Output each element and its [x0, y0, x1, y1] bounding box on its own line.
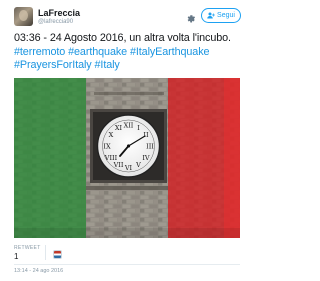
- svg-text:II: II: [143, 131, 149, 139]
- svg-text:I: I: [137, 124, 140, 132]
- svg-text:III: III: [146, 143, 154, 151]
- hashtag-link[interactable]: #terremoto: [14, 46, 65, 58]
- tweet-timestamp[interactable]: 13:14 - 24 ago 2016: [14, 268, 63, 274]
- svg-text:IV: IV: [142, 154, 150, 162]
- svg-text:VI: VI: [124, 164, 133, 172]
- svg-text:XII: XII: [124, 122, 134, 130]
- svg-text:X: X: [109, 131, 114, 139]
- svg-text:VII: VII: [113, 161, 124, 169]
- display-name[interactable]: LaFreccia: [38, 8, 80, 18]
- svg-text:VIII: VIII: [104, 154, 118, 162]
- retweets-count[interactable]: 1: [14, 252, 18, 261]
- screen-name[interactable]: @lafreccia90: [38, 19, 73, 25]
- stats-divider: [45, 245, 46, 260]
- tweet-text-line-1: 03:36 - 24 Agosto 2016, un altra volta l…: [14, 32, 231, 44]
- avatar[interactable]: [14, 7, 33, 26]
- divider: [14, 264, 240, 265]
- svg-text:XI: XI: [115, 124, 123, 132]
- tweet-text-line-3: #PrayersForItaly #Italy: [14, 59, 246, 73]
- tweet-text-line-2: #terremoto #earthquake #ItalyEarthquake: [14, 46, 246, 60]
- follow-button[interactable]: Segui: [201, 8, 241, 23]
- tweet-card: LaFreccia @lafreccia90 Segui 03:36 - 24 …: [0, 0, 253, 281]
- gear-icon-glyph: [187, 15, 195, 23]
- gear-icon[interactable]: [186, 11, 196, 23]
- hashtag-link[interactable]: #Italy: [95, 59, 120, 71]
- svg-text:V: V: [135, 161, 141, 169]
- tweet-photo[interactable]: XII I II III IV V VI VII VIII IX X XI: [14, 78, 240, 238]
- retweets-label: RETWEET: [14, 245, 41, 251]
- add-user-icon: [207, 12, 215, 19]
- clock-tower-image: XII I II III IV V VI VII VIII IX X XI: [14, 78, 240, 238]
- hashtag-link[interactable]: #PrayersForItaly: [14, 59, 92, 71]
- hashtag-link[interactable]: #ItalyEarthquake: [130, 46, 210, 58]
- follow-label: Segui: [217, 12, 235, 19]
- tweet-text: 03:36 - 24 Agosto 2016, un altra volta l…: [14, 32, 246, 73]
- retweeter-avatar[interactable]: [53, 250, 62, 259]
- svg-text:IX: IX: [103, 143, 111, 151]
- hashtag-link[interactable]: #earthquake: [68, 46, 127, 58]
